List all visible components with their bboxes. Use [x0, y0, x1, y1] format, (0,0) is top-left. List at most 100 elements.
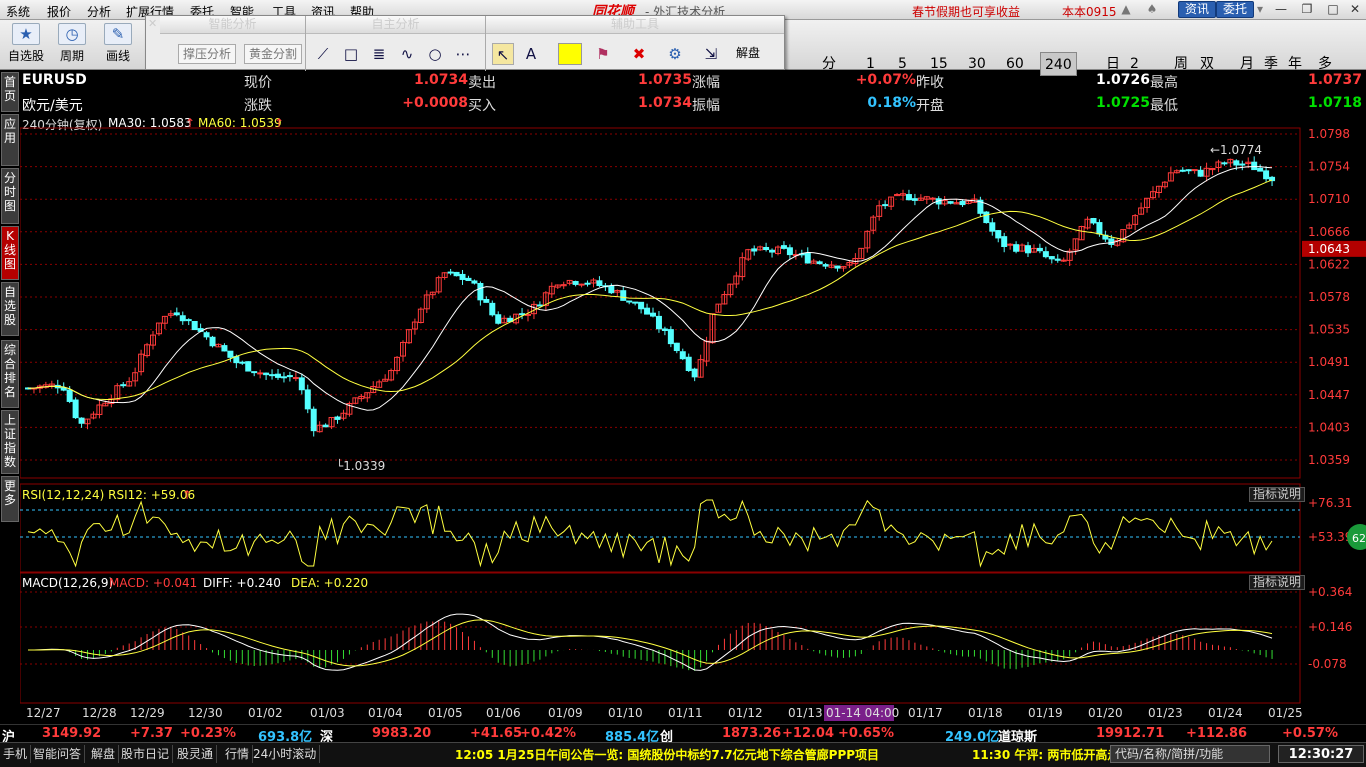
sidebar-item-5[interactable]: 综合排名: [1, 340, 19, 408]
bottom-tab-2[interactable]: 解盘: [88, 745, 120, 763]
candle-body: [120, 384, 127, 387]
xaxis-label: 12/30: [188, 706, 223, 720]
candle-body: [275, 373, 281, 378]
minimize-icon[interactable]: —: [1270, 2, 1292, 17]
sidebar-item-2[interactable]: 分时图: [1, 168, 19, 224]
settings-icon[interactable]: ⚙: [664, 43, 686, 65]
candle-body: [221, 345, 228, 352]
candle-body: [1013, 244, 1020, 252]
sidebar-item-7[interactable]: 更多: [1, 476, 19, 522]
sidebar-item-3[interactable]: K线图: [1, 226, 19, 280]
panel-close-icon[interactable]: ✕: [148, 17, 157, 30]
news-ticker-2[interactable]: 11:30 午评: 两市低开高走副: [972, 746, 1131, 763]
menu-quote[interactable]: 报价: [47, 3, 71, 20]
rsi-header: RSI(12,12,24) RSI12: +59.06: [22, 488, 196, 502]
fib-tool-icon[interactable]: ≣: [368, 43, 390, 65]
candle-body: [60, 387, 67, 391]
search-input[interactable]: 代码/名称/简拼/功能: [1110, 745, 1270, 763]
sidebar-item-6[interactable]: 上证指数: [1, 410, 19, 474]
macd-help-button[interactable]: 指标说明: [1249, 575, 1306, 590]
candle-body: [269, 374, 276, 377]
candle-body: [322, 424, 329, 428]
diff-line: [28, 613, 1273, 671]
sidebar-item-1[interactable]: 应用: [1, 114, 19, 166]
menu-analysis[interactable]: 分析: [87, 3, 111, 20]
bottom-tab-0[interactable]: 手机: [0, 745, 32, 763]
sidebar-item-0[interactable]: 首页: [1, 72, 19, 112]
news-nav-button[interactable]: 资讯: [1178, 1, 1217, 18]
bell-icon[interactable]: ▲: [1118, 2, 1134, 18]
shirt-icon[interactable]: ♠: [1144, 2, 1160, 18]
bottom-tab-1[interactable]: 智能问答: [30, 745, 86, 763]
price-tick-label: 1.0535: [1308, 323, 1350, 337]
period-button[interactable]: ◷ 周期: [52, 23, 92, 64]
decode-button[interactable]: 解盘: [732, 44, 764, 64]
price-tick-label: 1.0578: [1308, 290, 1350, 304]
maximize-icon[interactable]: □: [1322, 2, 1344, 17]
export-icon[interactable]: ⇲: [700, 43, 722, 65]
delete-icon[interactable]: ✖: [628, 43, 650, 65]
close-icon[interactable]: ✕: [1344, 2, 1366, 17]
candle-body: [179, 315, 186, 322]
status-item: +0.65%: [838, 726, 894, 741]
status-item: 1873.26: [722, 726, 782, 741]
candle-body: [453, 271, 460, 277]
candle-body: [304, 389, 311, 410]
draw-line-button[interactable]: ✎ 画线: [98, 23, 138, 64]
candle-body: [1179, 169, 1186, 172]
bottom-tab-3[interactable]: 股市日记: [118, 745, 174, 763]
line-tool-icon[interactable]: ⟋: [312, 43, 334, 65]
golden-section-button[interactable]: 黄金分割: [244, 44, 303, 64]
promo-link[interactable]: 春节假期也可享收益: [912, 3, 1020, 20]
candle-body: [638, 301, 645, 310]
candle-body: [822, 264, 829, 267]
trade-nav-button[interactable]: 委托: [1216, 1, 1255, 18]
candle-body: [1025, 245, 1031, 254]
candle-body: [459, 273, 466, 280]
bottom-tab-6[interactable]: 24小时滚动: [250, 745, 321, 763]
xaxis-label: 12/29: [130, 706, 165, 720]
status-item: +0.42%: [520, 726, 576, 741]
news-ticker[interactable]: 12:05 1月25日午间公告一览: 国统股份中标约7.7亿元地下综合管廊PPP…: [455, 746, 879, 763]
candle-body: [655, 315, 662, 330]
price-tick-label: 1.0666: [1308, 225, 1350, 239]
text-tool-icon[interactable]: A: [520, 43, 542, 65]
bottom-tab-5[interactable]: 行情: [222, 745, 254, 763]
chevron-down-icon[interactable]: ▾: [1252, 2, 1268, 18]
restore-icon[interactable]: ❐: [1296, 2, 1318, 17]
price-tick-label: 1.0447: [1308, 388, 1350, 402]
candle-body: [251, 371, 258, 374]
xaxis-label: 01/13: [788, 706, 823, 720]
more-tools-icon[interactable]: ⋯: [452, 43, 474, 65]
menu-system[interactable]: 系统: [6, 3, 30, 20]
xaxis-label: 01-14 04:00: [826, 706, 899, 720]
xaxis-label: 01/10: [608, 706, 643, 720]
watchlist-button[interactable]: ★ 自选股: [6, 23, 46, 64]
candle-body: [905, 194, 912, 201]
candle-body: [1233, 160, 1240, 166]
candle-body: [239, 361, 246, 364]
xaxis-label: 01/12: [728, 706, 763, 720]
ellipse-tool-icon[interactable]: ○: [424, 43, 446, 65]
rsi-help-button[interactable]: 指标说明: [1249, 487, 1306, 502]
bottom-tab-4[interactable]: 股灵通: [174, 745, 218, 763]
price-tick-label: 1.0491: [1308, 355, 1350, 369]
cursor-icon[interactable]: ↖: [492, 43, 514, 65]
macd-name: MACD(12,26,9): [22, 576, 114, 590]
candle-body: [578, 283, 585, 286]
sidebar-item-4[interactable]: 自选股: [1, 282, 19, 336]
color-swatch[interactable]: [558, 43, 582, 65]
kline-frame: [20, 127, 1301, 479]
candle-body: [495, 314, 502, 324]
kline-chart[interactable]: 1.0798 1.0754 1.0710 1.0666 1.0622 1.0578 1.05…: [20, 70, 1366, 724]
version-label: 本本0915: [1062, 5, 1117, 19]
candle-body: [447, 271, 454, 274]
stamp-icon[interactable]: ⚑: [592, 43, 614, 65]
status-item: +12.04: [782, 726, 835, 741]
wave-tool-icon[interactable]: ∿: [396, 43, 418, 65]
support-resistance-button[interactable]: 撑压分析: [178, 44, 237, 64]
candle-body: [763, 247, 770, 251]
rect-tool-icon[interactable]: □: [340, 43, 362, 65]
pencil-icon: ✎: [104, 23, 132, 45]
candle-body: [1185, 169, 1192, 172]
